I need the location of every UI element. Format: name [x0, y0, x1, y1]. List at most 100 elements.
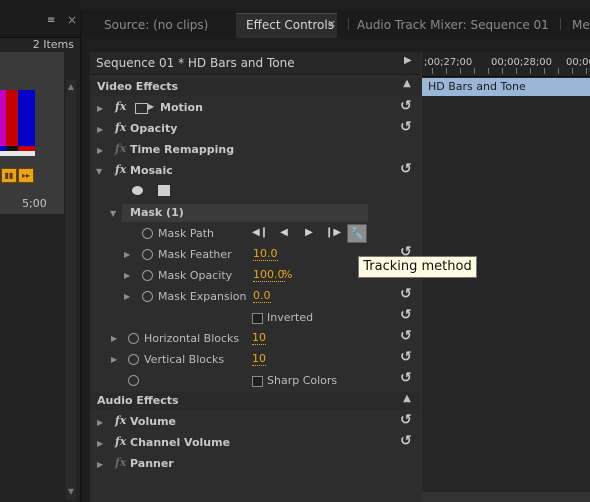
expand-arrow-icon[interactable]: ▶	[124, 271, 130, 281]
mask-path-label: Mask Path	[158, 227, 214, 240]
vertical-blocks-value[interactable]: 10	[252, 353, 266, 366]
collapse-up-icon[interactable]: ▲	[400, 393, 414, 407]
effect-channel-volume[interactable]: Channel Volume	[130, 436, 230, 449]
reset-icon[interactable]: ↺	[400, 162, 412, 176]
stopwatch-icon[interactable]	[142, 270, 153, 281]
effect-mosaic[interactable]: Mosaic	[130, 164, 173, 177]
expand-arrow-icon[interactable]: ▶	[97, 460, 103, 470]
stopwatch-icon[interactable]	[142, 249, 153, 260]
reset-icon[interactable]: ↺	[400, 120, 412, 134]
clip-thumbnail[interactable]	[0, 90, 35, 156]
reset-icon[interactable]: ↺	[400, 329, 412, 343]
track-backward-icon[interactable]: ◀	[276, 226, 292, 240]
ruler-tick	[516, 68, 517, 74]
expand-arrow-icon[interactable]: ▶	[97, 125, 103, 135]
fx-toggle-icon: fx	[115, 456, 127, 469]
fx-toggle-icon[interactable]: fx	[115, 435, 126, 448]
mask-expansion-value[interactable]: 0.0	[253, 290, 271, 303]
ruler-tick	[502, 68, 503, 74]
reset-icon[interactable]: ↺	[400, 371, 412, 385]
sharp-colors-label: Sharp Colors	[267, 374, 338, 387]
track-backward-one-frame-icon[interactable]: ◀❙	[252, 226, 268, 240]
tab-separator	[560, 18, 561, 30]
ruler-tick	[586, 68, 587, 74]
reset-icon[interactable]: ↺	[400, 99, 412, 113]
reset-icon[interactable]: ↺	[400, 350, 412, 364]
clip-badge-icons: ▮▮ ▸▸	[0, 168, 34, 183]
effect-volume[interactable]: Volume	[130, 415, 176, 428]
expand-arrow-icon[interactable]: ▶	[111, 334, 117, 344]
expand-arrow-icon[interactable]: ▶	[111, 355, 117, 365]
expand-timeline-icon[interactable]: ▶	[404, 55, 412, 66]
tab-audio-track-mixer[interactable]: Audio Track Mixer: Sequence 01	[357, 16, 549, 34]
audio-clip-icon: ▸▸	[18, 168, 34, 183]
fx-toggle-icon: fx	[115, 142, 127, 155]
project-scrollbar[interactable]	[66, 80, 76, 500]
collapse-arrow-icon[interactable]: ▼	[96, 167, 102, 177]
effect-panner[interactable]: Panner	[130, 457, 174, 470]
fx-toggle-icon[interactable]: fx	[115, 414, 126, 427]
stopwatch-icon[interactable]	[142, 291, 153, 302]
ruler-tick	[432, 68, 433, 74]
tab-source[interactable]: Source: (no clips)	[104, 16, 208, 34]
sharp-colors-checkbox[interactable]	[252, 376, 263, 387]
mask-opacity-label: Mask Opacity	[158, 269, 233, 282]
reset-icon[interactable]: ↺	[400, 308, 412, 322]
scroll-up-icon[interactable]: ▲	[66, 82, 76, 92]
ruler-tick	[460, 68, 461, 74]
stopwatch-icon[interactable]	[142, 228, 153, 239]
reset-icon[interactable]: ↺	[400, 413, 412, 427]
fx-toggle-icon[interactable]: fx	[115, 121, 126, 134]
expand-arrow-icon[interactable]: ▶	[97, 439, 103, 449]
ellipse-mask-icon[interactable]	[132, 186, 143, 195]
ruler-tick	[446, 68, 447, 74]
expand-arrow-icon[interactable]: ▶	[124, 292, 130, 302]
timecode-label: 00;00;28;00	[491, 57, 553, 68]
inverted-checkbox[interactable]	[252, 313, 263, 324]
expand-arrow-icon[interactable]: ▶	[124, 250, 130, 260]
stopwatch-icon[interactable]	[128, 375, 139, 386]
motion-play-icon: ▶	[148, 102, 155, 111]
effect-motion[interactable]: Motion	[160, 101, 203, 114]
video-effects-label: Video Effects	[97, 80, 179, 93]
mask-title[interactable]: Mask (1)	[130, 206, 184, 219]
collapse-arrow-icon[interactable]: ▼	[110, 209, 116, 219]
collapse-up-icon[interactable]: ▲	[400, 78, 414, 92]
timeline-scrollbar[interactable]	[422, 492, 590, 502]
ruler-tick	[530, 68, 531, 74]
tracking-method-wrench-icon[interactable]: 🔧	[347, 224, 367, 243]
reset-icon[interactable]: ↺	[400, 434, 412, 448]
ruler-tick	[572, 68, 573, 74]
panel-menu-icon[interactable]: ≡	[47, 15, 63, 27]
ruler-tick	[544, 68, 545, 74]
track-forward-one-frame-icon[interactable]: ❙▶	[325, 226, 341, 240]
expand-arrow-icon[interactable]: ▶	[97, 146, 103, 156]
horizontal-blocks-value[interactable]: 10	[252, 332, 266, 345]
expand-arrow-icon[interactable]: ▶	[97, 418, 103, 428]
items-count: 2 Items	[32, 38, 74, 51]
clip-duration: 5;00	[22, 197, 47, 210]
stopwatch-icon[interactable]	[128, 354, 139, 365]
tooltip: Tracking method	[358, 256, 477, 278]
rectangle-mask-icon[interactable]	[158, 185, 170, 196]
panel-divider[interactable]	[80, 10, 82, 502]
ruler-tick	[558, 68, 559, 74]
mask-feather-value[interactable]: 10.0	[253, 248, 278, 261]
effect-opacity[interactable]: Opacity	[130, 122, 177, 135]
fx-toggle-icon[interactable]: fx	[115, 163, 126, 176]
effect-time-remapping[interactable]: Time Remapping	[130, 143, 234, 156]
panel-close-icon[interactable]: ×	[67, 14, 79, 26]
clip-bar-label: HD Bars and Tone	[428, 80, 526, 93]
scroll-down-icon[interactable]: ▼	[66, 487, 76, 497]
expand-arrow-icon[interactable]: ▶	[97, 104, 103, 114]
tab-effect-controls-label[interactable]: Effect Controls	[246, 16, 334, 34]
tab-metadata[interactable]: Met	[572, 16, 590, 34]
motion-transform-icon[interactable]	[135, 103, 148, 114]
tab-separator	[348, 18, 349, 30]
stopwatch-icon[interactable]	[128, 333, 139, 344]
fx-toggle-icon[interactable]: fx	[115, 100, 126, 113]
tab-close-icon[interactable]: ×	[327, 17, 336, 30]
track-forward-icon[interactable]: ▶	[301, 226, 317, 240]
mask-opacity-value[interactable]: 100.0	[253, 269, 285, 282]
reset-icon[interactable]: ↺	[400, 287, 412, 301]
